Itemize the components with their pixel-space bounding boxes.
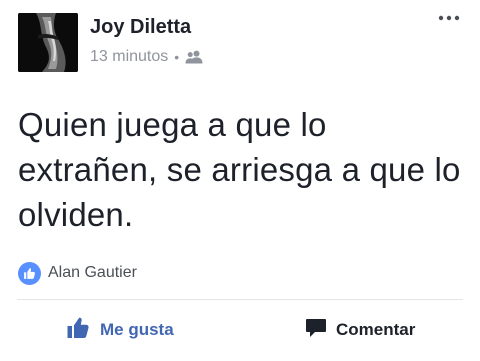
more-options-icon[interactable] [434, 8, 464, 28]
author-avatar[interactable] [18, 13, 78, 72]
thumbs-up-icon [66, 316, 91, 345]
reactor-name[interactable]: Alan Gautier [48, 264, 137, 282]
avatar-photo [18, 13, 78, 72]
friends-icon[interactable] [185, 50, 203, 64]
like-button[interactable]: Me gusta [66, 312, 174, 348]
post-card: Joy Diletta 13 minutos • Quien juega a q… [0, 0, 480, 361]
post-message: Quien juega a que lo extrañen, se arries… [18, 106, 461, 233]
post-timestamp[interactable]: 13 minutos [90, 48, 168, 66]
actions-divider [17, 299, 463, 300]
post-meta: 13 minutos • [90, 45, 203, 69]
comment-bubble-icon [305, 317, 327, 344]
meta-separator: • [174, 49, 180, 65]
author-name[interactable]: Joy Diletta [90, 14, 191, 40]
like-icon [18, 261, 41, 285]
comment-label: Comentar [336, 320, 416, 339]
comment-button[interactable]: Comentar [305, 312, 415, 348]
like-label: Me gusta [100, 320, 174, 339]
reactions-summary[interactable]: Alan Gautier [18, 260, 137, 286]
